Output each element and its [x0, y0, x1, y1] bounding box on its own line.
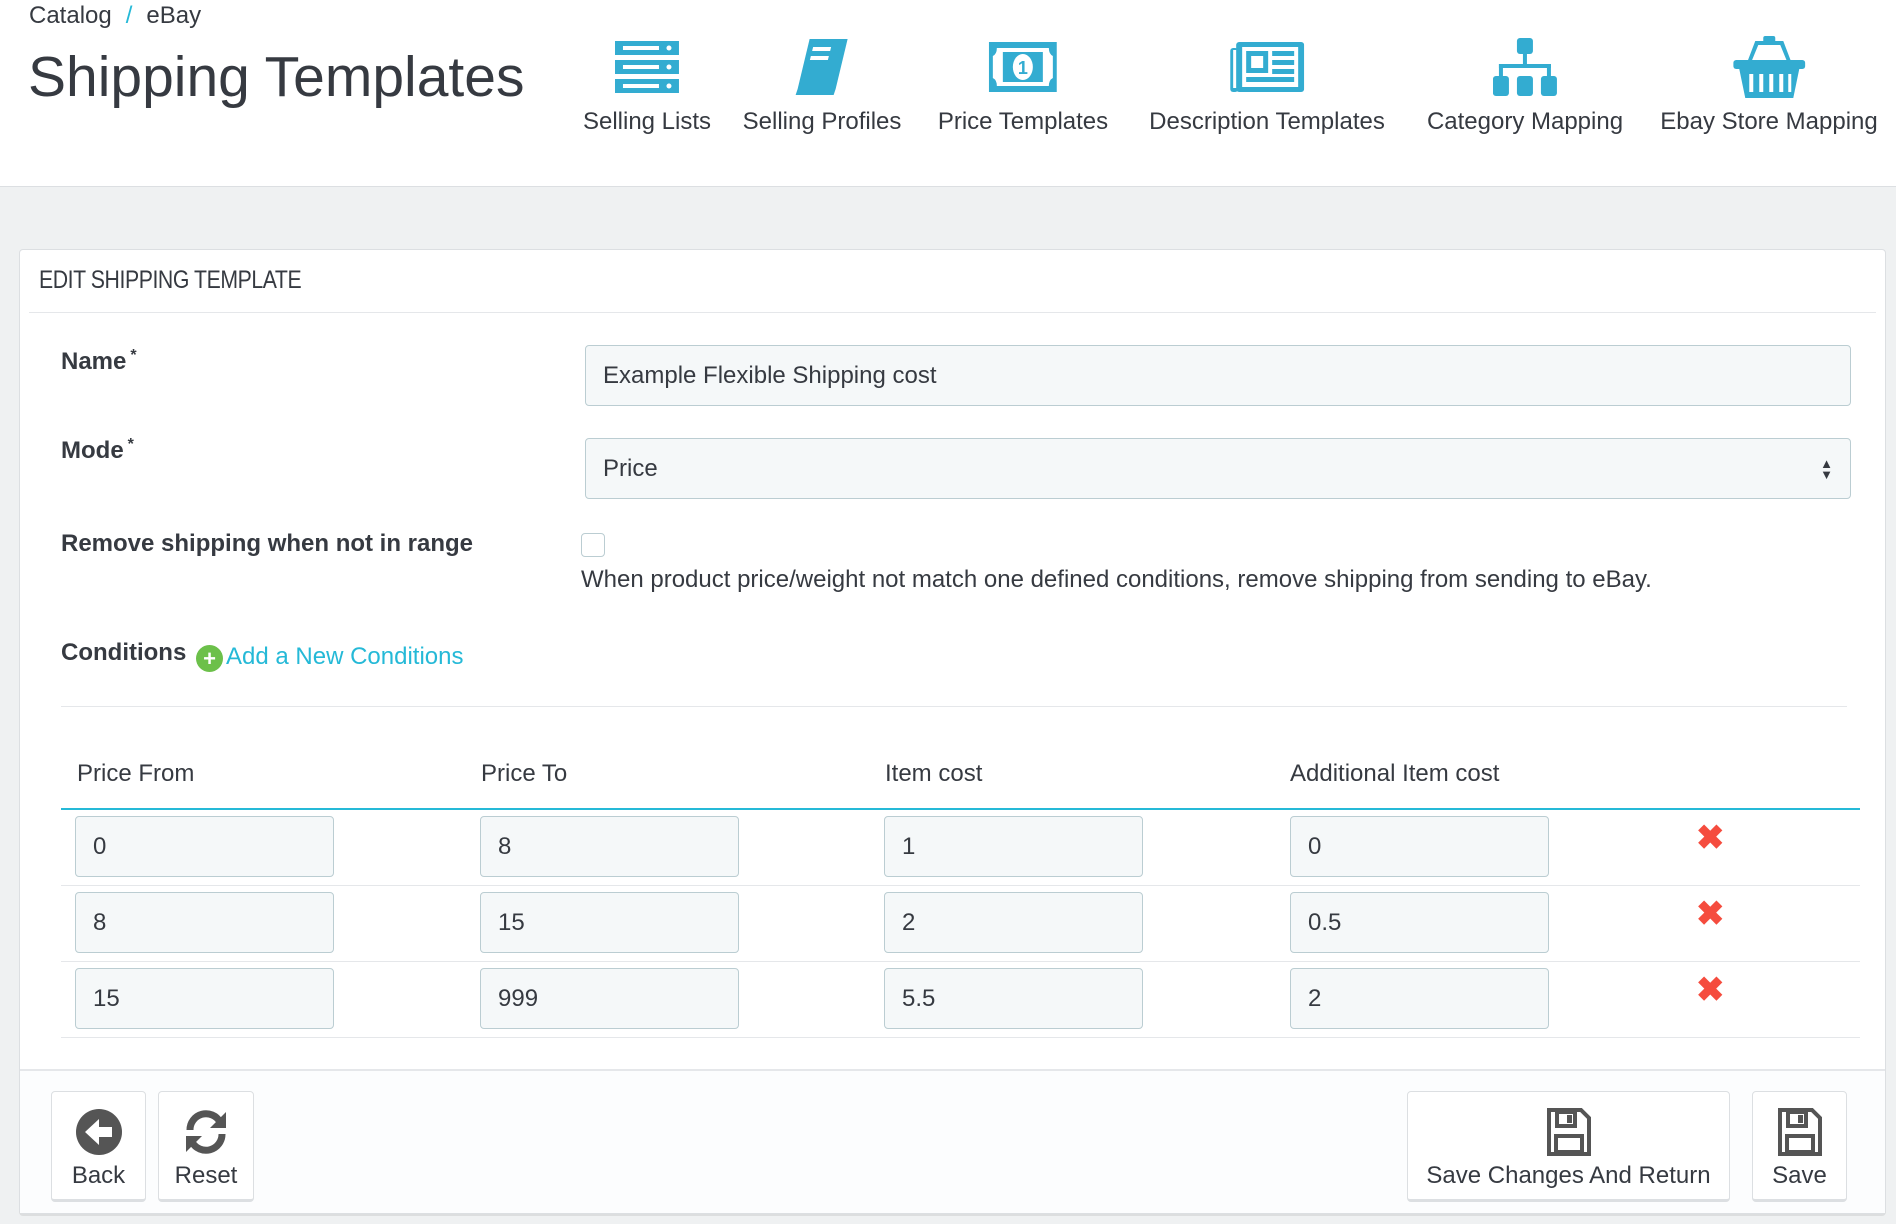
item-cost-input[interactable]: 1 [884, 816, 1143, 877]
name-input[interactable]: Example Flexible Shipping cost [585, 345, 1851, 406]
price-from-input[interactable]: 0 [75, 816, 334, 877]
refresh-icon [186, 1110, 226, 1154]
mode-select[interactable]: Price ▲ ▼ [585, 438, 1851, 499]
nav-label: Selling Lists [582, 108, 712, 135]
remove-shipping-help: When product price/weight not match one … [581, 566, 1652, 593]
delete-row-icon[interactable]: ✖ [1696, 818, 1725, 858]
sitemap-icon [1493, 38, 1557, 96]
page-header: Catalog / eBay Shipping Templates Selling … [0, 0, 1896, 187]
delete-row-icon[interactable]: ✖ [1696, 970, 1725, 1010]
nav-price-templates[interactable]: 1 Price Templates [938, 36, 1108, 136]
item-cost-input[interactable]: 5.5 [884, 968, 1143, 1029]
svg-text:1: 1 [1018, 58, 1028, 78]
back-button[interactable]: Back [51, 1091, 146, 1202]
panel-heading: EDIT SHIPPING TEMPLATE [39, 266, 302, 294]
name-label: Name * [61, 347, 137, 375]
item-cost-input[interactable]: 2 [884, 892, 1143, 953]
money-icon: 1 [988, 42, 1057, 92]
row-divider [61, 961, 1860, 962]
price-from-input[interactable]: 8 [75, 892, 334, 953]
nav-label: Ebay Store Mapping [1660, 108, 1878, 135]
col-price-to: Price To [481, 760, 568, 787]
edit-shipping-template-panel: EDIT SHIPPING TEMPLATE Name * Example Fle… [19, 249, 1886, 1214]
col-price-from: Price From [77, 760, 195, 787]
mode-label: Mode * [61, 436, 134, 464]
back-arrow-icon [75, 1109, 122, 1155]
floppy-disk-icon [1777, 1108, 1822, 1156]
book-icon [796, 39, 848, 95]
newspaper-icon [1229, 42, 1304, 92]
add-circle-icon: + [196, 645, 223, 672]
price-from-input[interactable]: 15 [75, 968, 334, 1029]
breadcrumb-catalog[interactable]: Catalog [29, 2, 112, 29]
remove-shipping-label: Remove shipping when not in range [61, 530, 474, 557]
nav-label: Category Mapping [1426, 108, 1624, 135]
price-to-input[interactable]: 999 [480, 968, 739, 1029]
save-button[interactable]: Save [1752, 1091, 1847, 1202]
conditions-label: Conditions [61, 639, 187, 666]
save-and-return-button[interactable]: Save Changes And Return [1407, 1091, 1730, 1202]
additional-item-cost-input[interactable]: 0.5 [1290, 892, 1549, 953]
nav-description-templates[interactable]: Description Templates [1149, 36, 1385, 136]
select-arrows-icon: ▲ ▼ [1820, 455, 1833, 482]
list-icon [615, 41, 679, 93]
col-item-cost: Item cost [885, 760, 983, 787]
row-divider [61, 885, 1860, 886]
price-to-input[interactable]: 8 [480, 816, 739, 877]
floppy-disk-icon [1546, 1108, 1591, 1156]
price-to-input[interactable]: 15 [480, 892, 739, 953]
basket-icon [1733, 36, 1805, 98]
nav-selling-lists[interactable]: Selling Lists [583, 36, 711, 136]
remove-shipping-checkbox[interactable] [581, 533, 605, 557]
additional-item-cost-input[interactable]: 2 [1290, 968, 1549, 1029]
nav-ebay-store-mapping[interactable]: Ebay Store Mapping [1660, 36, 1878, 136]
nav-label: Description Templates [1149, 108, 1385, 135]
delete-row-icon[interactable]: ✖ [1696, 894, 1725, 934]
page-title: Shipping Templates [28, 45, 525, 109]
reset-button[interactable]: Reset [158, 1091, 254, 1202]
nav-category-mapping[interactable]: Category Mapping [1427, 36, 1623, 136]
nav-selling-profiles[interactable]: Selling Profiles [742, 36, 902, 136]
nav-label: Selling Profiles [742, 108, 902, 135]
additional-item-cost-input[interactable]: 0 [1290, 816, 1549, 877]
breadcrumb: Catalog / eBay [29, 2, 202, 29]
col-additional-item-cost: Additional Item cost [1290, 760, 1500, 787]
panel-footer: Back Reset Save Changes And Return Save [20, 1069, 1885, 1213]
breadcrumb-ebay[interactable]: eBay [146, 2, 201, 29]
add-conditions-link[interactable]: + Add a New Conditions [196, 641, 463, 672]
row-divider [61, 1037, 1860, 1038]
nav-label: Price Templates [937, 108, 1109, 135]
